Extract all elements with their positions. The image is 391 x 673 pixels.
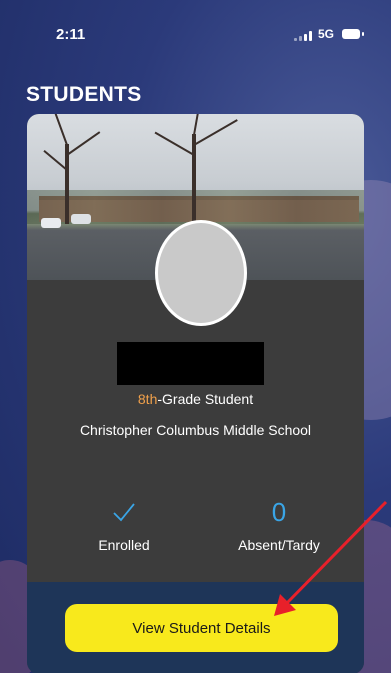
student-avatar bbox=[155, 220, 247, 326]
battery-icon bbox=[342, 29, 364, 39]
school-name: Christopher Columbus Middle School bbox=[79, 422, 312, 438]
annotation-arrow-icon bbox=[274, 500, 388, 616]
grade-number: 8th bbox=[137, 391, 158, 407]
signal-icon bbox=[294, 31, 312, 41]
app-screen: 2:11 5G STUDENTS 8th-Grade Student Chris… bbox=[0, 0, 391, 673]
page-title: STUDENTS bbox=[26, 83, 142, 106]
enrolled-stat: Enrolled bbox=[49, 499, 199, 553]
network-type: 5G bbox=[318, 27, 335, 41]
enrolled-label: Enrolled bbox=[98, 537, 150, 553]
student-name-redacted bbox=[117, 342, 264, 385]
grade-suffix: -Grade Student bbox=[157, 391, 254, 407]
status-bar: 2:11 5G bbox=[0, 0, 391, 62]
grade-label: 8th-Grade Student bbox=[27, 391, 364, 407]
status-time: 2:11 bbox=[56, 26, 86, 43]
check-icon bbox=[113, 503, 135, 522]
